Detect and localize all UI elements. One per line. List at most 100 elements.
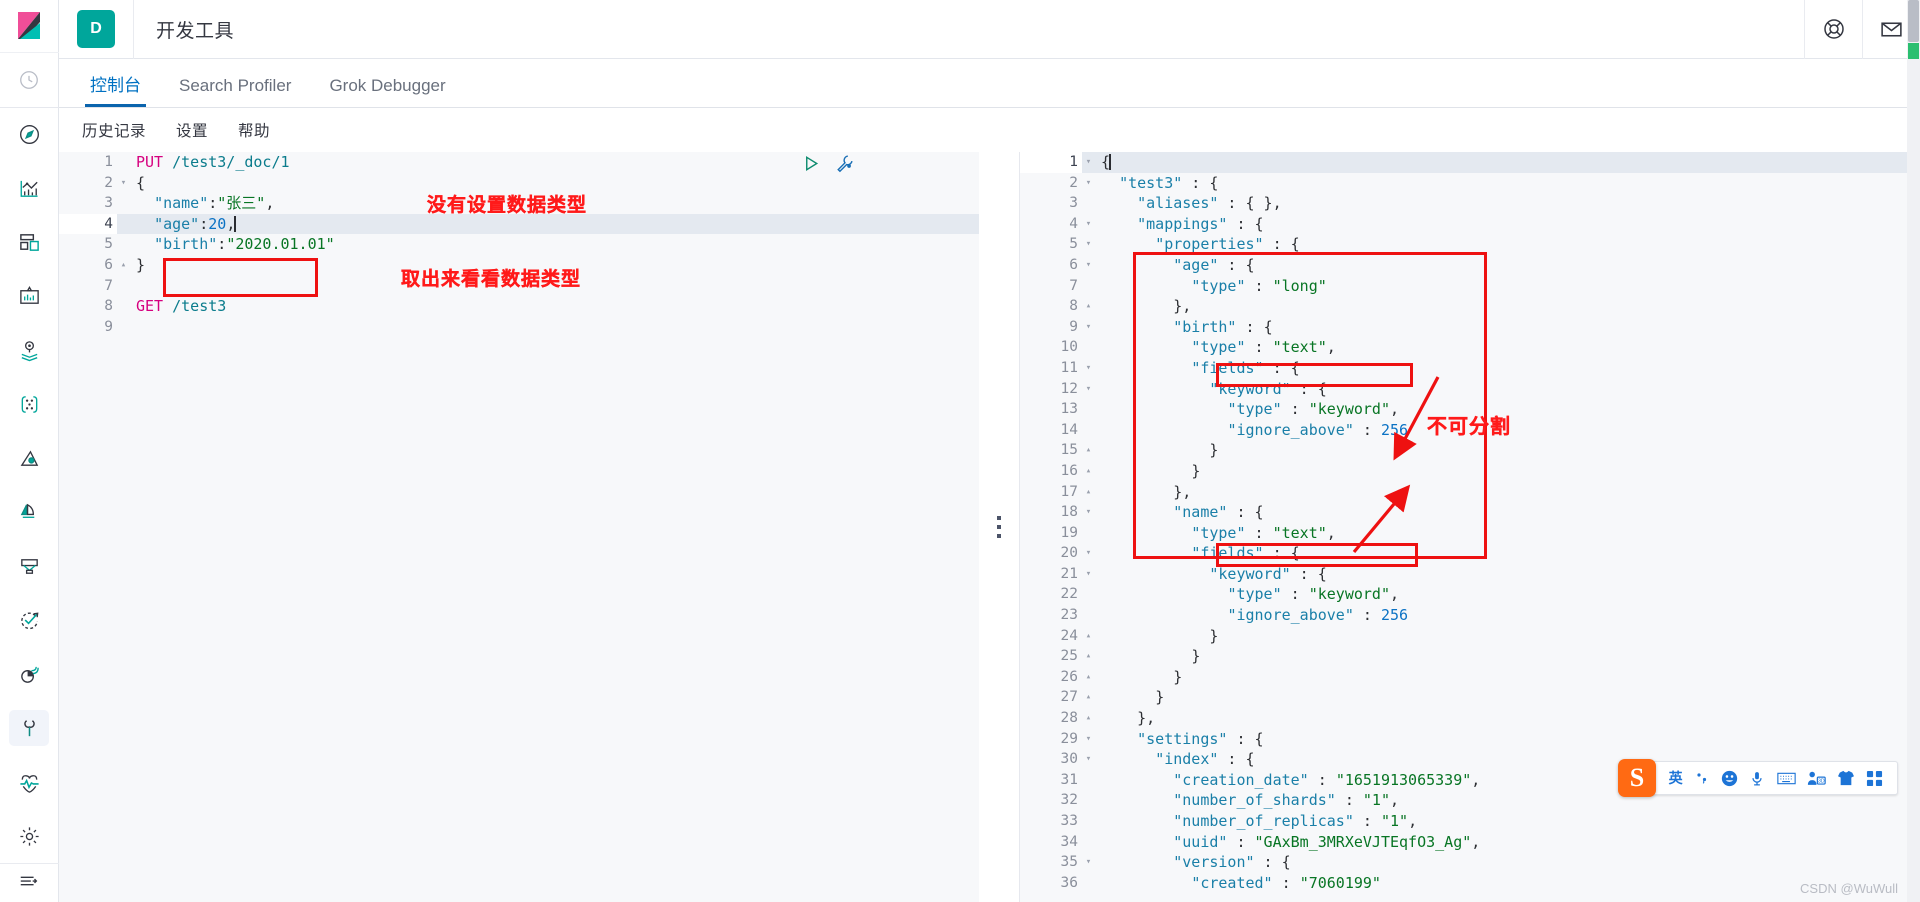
- fold-toggle-icon[interactable]: ▾: [1082, 543, 1095, 564]
- apps-grid-icon[interactable]: [1866, 770, 1883, 787]
- sidebar-item-monitoring[interactable]: [9, 656, 49, 692]
- editor-line[interactable]: 11 ▾ "fields" : {: [1020, 357, 1920, 379]
- fold-toggle-icon[interactable]: ▾: [1082, 729, 1095, 750]
- play-triangle-icon[interactable]: [802, 154, 821, 178]
- editor-line[interactable]: 17 ▴ },: [1020, 481, 1920, 503]
- fold-toggle-icon[interactable]: ▾: [1082, 358, 1095, 379]
- editor-line[interactable]: 22 "type" : "keyword",: [1020, 584, 1920, 606]
- fold-toggle-icon[interactable]: ▾: [1082, 255, 1095, 276]
- fold-toggle-icon[interactable]: ▴: [117, 255, 130, 276]
- request-editor[interactable]: 1 PUT /test3/_doc/1 2 ▾ {3 "name":"张三", 4 "ag…: [59, 152, 979, 338]
- editor-line[interactable]: 9 ▾ "birth" : {: [1020, 316, 1920, 338]
- keyboard-icon[interactable]: [1776, 771, 1796, 786]
- fold-toggle-icon[interactable]: ▾: [1082, 379, 1095, 400]
- fold-toggle-icon[interactable]: ▴: [1082, 687, 1095, 708]
- sidebar-item-uptime[interactable]: [9, 548, 49, 584]
- fold-toggle-icon[interactable]: ▴: [1082, 296, 1095, 317]
- fold-toggle-icon[interactable]: ▾: [1082, 749, 1095, 770]
- editor-line[interactable]: 2 ▾ "test3" : {: [1020, 172, 1920, 194]
- sidebar-item-machine-learning[interactable]: [9, 441, 49, 477]
- editor-line[interactable]: 6 ▾ "age" : {: [1020, 254, 1920, 276]
- fold-toggle-icon[interactable]: ▾: [1082, 502, 1095, 523]
- editor-line[interactable]: 36 "created" : "7060199": [1020, 872, 1920, 894]
- tab-console[interactable]: 控制台: [71, 77, 160, 107]
- editor-line[interactable]: 20 ▾ "fields" : {: [1020, 543, 1920, 564]
- page-scrollbar-thumb[interactable]: [1908, 0, 1919, 42]
- editor-line[interactable]: 7 "type" : "long": [1020, 275, 1920, 297]
- editor-line[interactable]: 3 "aliases" : { },: [1020, 193, 1920, 214]
- editor-line[interactable]: 12 ▾ "keyword" : {: [1020, 378, 1920, 400]
- sidebar-item-siem[interactable]: [9, 602, 49, 638]
- editor-line[interactable]: 26 ▴ }: [1020, 666, 1920, 688]
- editor-line[interactable]: 34 "uuid" : "GAxBm_3MRXeVJTEqfO3_Ag",: [1020, 831, 1920, 853]
- editor-line[interactable]: 10 "type" : "text",: [1020, 337, 1920, 358]
- editor-line[interactable]: 8 ▴ },: [1020, 296, 1920, 317]
- punctuation-icon[interactable]: [1694, 770, 1710, 786]
- fold-toggle-icon[interactable]: ▴: [1082, 461, 1095, 482]
- sidebar-item-visualize[interactable]: [9, 171, 49, 207]
- sidebar-item-management[interactable]: [9, 818, 49, 854]
- resize-dots-icon[interactable]: [997, 516, 1001, 538]
- editor-line[interactable]: 5 "birth":"2020.01.01": [59, 234, 979, 255]
- fold-toggle-icon[interactable]: ▾: [1082, 234, 1095, 255]
- pane-resize-handle[interactable]: [979, 152, 1019, 902]
- fold-toggle-icon[interactable]: ▾: [117, 173, 130, 194]
- editor-line[interactable]: 5 ▾ "properties" : {: [1020, 234, 1920, 255]
- sidebar-item-dev-tools[interactable]: [9, 710, 49, 747]
- fold-toggle-icon[interactable]: ▴: [1082, 667, 1095, 688]
- fold-toggle-icon[interactable]: ▾: [1082, 214, 1095, 235]
- editor-line[interactable]: 16 ▴ }: [1020, 460, 1920, 482]
- submenu-history[interactable]: 历史记录: [82, 119, 146, 141]
- sidebar-item-maps[interactable]: [9, 333, 49, 369]
- fold-toggle-icon[interactable]: ▴: [1082, 482, 1095, 503]
- fold-toggle-icon[interactable]: ▴: [1082, 646, 1095, 667]
- tab-search-profiler[interactable]: Search Profiler: [160, 77, 310, 107]
- editor-line[interactable]: 19 "type" : "text",: [1020, 522, 1920, 544]
- sidebar-item-stack-health[interactable]: [9, 764, 49, 800]
- fold-toggle-icon[interactable]: ▾: [1082, 152, 1095, 173]
- editor-line[interactable]: 8 GET /test3: [59, 296, 979, 317]
- sidebar-item-canvas[interactable]: [9, 279, 49, 315]
- kibana-logo-icon[interactable]: [0, 0, 59, 54]
- editor-line[interactable]: 28 ▴ },: [1020, 708, 1920, 729]
- page-scrollbar[interactable]: [1907, 0, 1920, 902]
- editor-line[interactable]: 9: [59, 316, 979, 338]
- sidebar-item-graph[interactable]: [9, 387, 49, 423]
- emoji-smile-icon[interactable]: [1721, 770, 1738, 787]
- editor-line[interactable]: 24 ▴ }: [1020, 625, 1920, 647]
- editor-line[interactable]: 15 ▴ }: [1020, 440, 1920, 461]
- sidebar-item-dashboard[interactable]: [9, 225, 49, 261]
- user-3d-icon[interactable]: 3D: [1807, 770, 1826, 786]
- fold-toggle-icon[interactable]: ▴: [1082, 626, 1095, 647]
- editor-line[interactable]: 27 ▴ }: [1020, 687, 1920, 709]
- submenu-help[interactable]: 帮助: [238, 119, 270, 141]
- skin-shirt-icon[interactable]: [1837, 770, 1855, 786]
- editor-line[interactable]: 18 ▾ "name" : {: [1020, 502, 1920, 523]
- microphone-icon[interactable]: [1749, 770, 1765, 787]
- sidebar-item-recently-viewed[interactable]: [9, 62, 49, 98]
- fold-toggle-icon[interactable]: ▾: [1082, 852, 1095, 873]
- sidebar-collapse-button[interactable]: [0, 863, 59, 902]
- editor-line[interactable]: 29 ▾ "settings" : {: [1020, 728, 1920, 750]
- fold-toggle-icon[interactable]: ▴: [1082, 440, 1095, 461]
- editor-line[interactable]: 33 "number_of_replicas" : "1",: [1020, 811, 1920, 832]
- ime-mode-toggle[interactable]: 英: [1669, 768, 1683, 788]
- editor-line[interactable]: 4 ▾ "mappings" : {: [1020, 213, 1920, 235]
- fold-toggle-icon[interactable]: ▾: [1082, 564, 1095, 585]
- editor-line[interactable]: 21 ▾ "keyword" : {: [1020, 563, 1920, 585]
- fold-toggle-icon[interactable]: ▴: [1082, 708, 1095, 729]
- wrench-icon[interactable]: [835, 154, 854, 178]
- submenu-settings[interactable]: 设置: [176, 119, 208, 141]
- editor-line[interactable]: 25 ▴ }: [1020, 646, 1920, 667]
- space-avatar[interactable]: D: [77, 10, 115, 48]
- tab-grok-debugger[interactable]: Grok Debugger: [310, 77, 464, 107]
- editor-line[interactable]: 1 ▾ {: [1020, 152, 1920, 173]
- help-lifebuoy-icon[interactable]: [1804, 0, 1862, 59]
- fold-toggle-icon[interactable]: ▾: [1082, 317, 1095, 338]
- sidebar-item-discover[interactable]: [9, 117, 49, 153]
- request-editor-pane[interactable]: 1 PUT /test3/_doc/1 2 ▾ {3 "name":"张三", 4 "ag…: [59, 152, 979, 902]
- sogou-logo-icon[interactable]: S: [1618, 759, 1656, 797]
- sidebar-item-apm[interactable]: [9, 495, 49, 531]
- fold-toggle-icon[interactable]: ▾: [1082, 173, 1095, 194]
- editor-line[interactable]: 35 ▾ "version" : {: [1020, 852, 1920, 873]
